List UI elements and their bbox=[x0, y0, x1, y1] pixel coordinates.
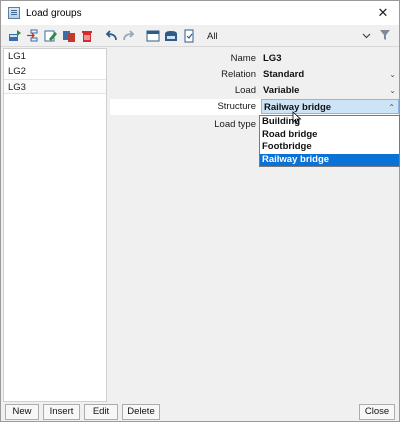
document-icon[interactable] bbox=[181, 28, 197, 44]
load-group-list: LG1 LG2 LG3 bbox=[3, 48, 107, 402]
edit-button[interactable]: Edit bbox=[84, 404, 118, 420]
structure-dropdown-list: Building Road bridge Footbridge Railway … bbox=[259, 115, 400, 167]
delete-icon[interactable] bbox=[79, 28, 95, 44]
close-button[interactable]: Close bbox=[359, 404, 395, 420]
button-bar: New Insert Edit Delete Close bbox=[1, 402, 399, 421]
relation-label: Relation bbox=[221, 69, 256, 80]
chevron-down-icon[interactable] bbox=[362, 31, 371, 43]
chevron-down-icon[interactable]: ⌄ bbox=[389, 67, 396, 82]
table-icon[interactable] bbox=[145, 28, 161, 44]
toolbar: All bbox=[1, 26, 399, 47]
chevron-up-icon[interactable]: ⌃ bbox=[388, 100, 395, 115]
insert-icon[interactable] bbox=[25, 28, 41, 44]
new-icon[interactable] bbox=[7, 28, 23, 44]
dropdown-option-selected[interactable]: Railway bridge bbox=[260, 153, 399, 166]
load-select[interactable]: Variable ⌄ bbox=[261, 83, 399, 98]
copy-icon[interactable] bbox=[61, 28, 77, 44]
insert-button[interactable]: Insert bbox=[43, 404, 80, 420]
filter-all-label[interactable]: All bbox=[207, 31, 218, 42]
load-groups-window: Load groups ✕ All LG1 LG2 LG3 Name LG3 R… bbox=[0, 0, 400, 422]
list-item[interactable]: LG3 bbox=[4, 79, 106, 94]
name-field[interactable]: LG3 bbox=[261, 51, 399, 66]
list-item[interactable]: LG1 bbox=[4, 49, 106, 64]
name-label: Name bbox=[230, 53, 256, 64]
redo-icon[interactable] bbox=[121, 28, 137, 44]
edit-icon[interactable] bbox=[43, 28, 59, 44]
dropdown-option[interactable]: Road bridge bbox=[260, 129, 399, 142]
structure-label: Structure bbox=[217, 101, 256, 112]
filter-icon[interactable] bbox=[379, 29, 391, 44]
structure-select[interactable]: Railway bridge ⌃ bbox=[261, 99, 399, 114]
properties-pane: Name LG3 Relation Standard ⌄ Load Variab… bbox=[110, 48, 399, 402]
window-title: Load groups bbox=[26, 7, 82, 19]
relation-value: Standard bbox=[263, 69, 305, 80]
close-icon[interactable]: ✕ bbox=[375, 5, 391, 21]
relation-select[interactable]: Standard ⌄ bbox=[261, 67, 399, 82]
save-icon[interactable] bbox=[163, 28, 179, 44]
delete-button[interactable]: Delete bbox=[122, 404, 160, 420]
load-value: Variable bbox=[263, 85, 300, 96]
app-icon bbox=[8, 7, 20, 19]
load-label: Load bbox=[234, 85, 256, 96]
list-item[interactable]: LG2 bbox=[4, 64, 106, 79]
property-row-load: Load Variable ⌄ bbox=[110, 83, 399, 98]
property-row-relation: Relation Standard ⌄ bbox=[110, 67, 399, 82]
mouse-cursor-icon bbox=[292, 111, 302, 125]
title-bar: Load groups ✕ bbox=[1, 1, 399, 25]
undo-icon[interactable] bbox=[103, 28, 119, 44]
dropdown-option[interactable]: Footbridge bbox=[260, 141, 399, 154]
chevron-down-icon[interactable]: ⌄ bbox=[389, 83, 396, 98]
dropdown-option[interactable]: Building bbox=[260, 116, 399, 129]
property-row-name: Name LG3 bbox=[110, 51, 399, 66]
new-button[interactable]: New bbox=[5, 404, 39, 420]
property-row-structure: Structure Railway bridge ⌃ bbox=[110, 99, 399, 115]
load-type-label: Load type bbox=[214, 119, 256, 130]
